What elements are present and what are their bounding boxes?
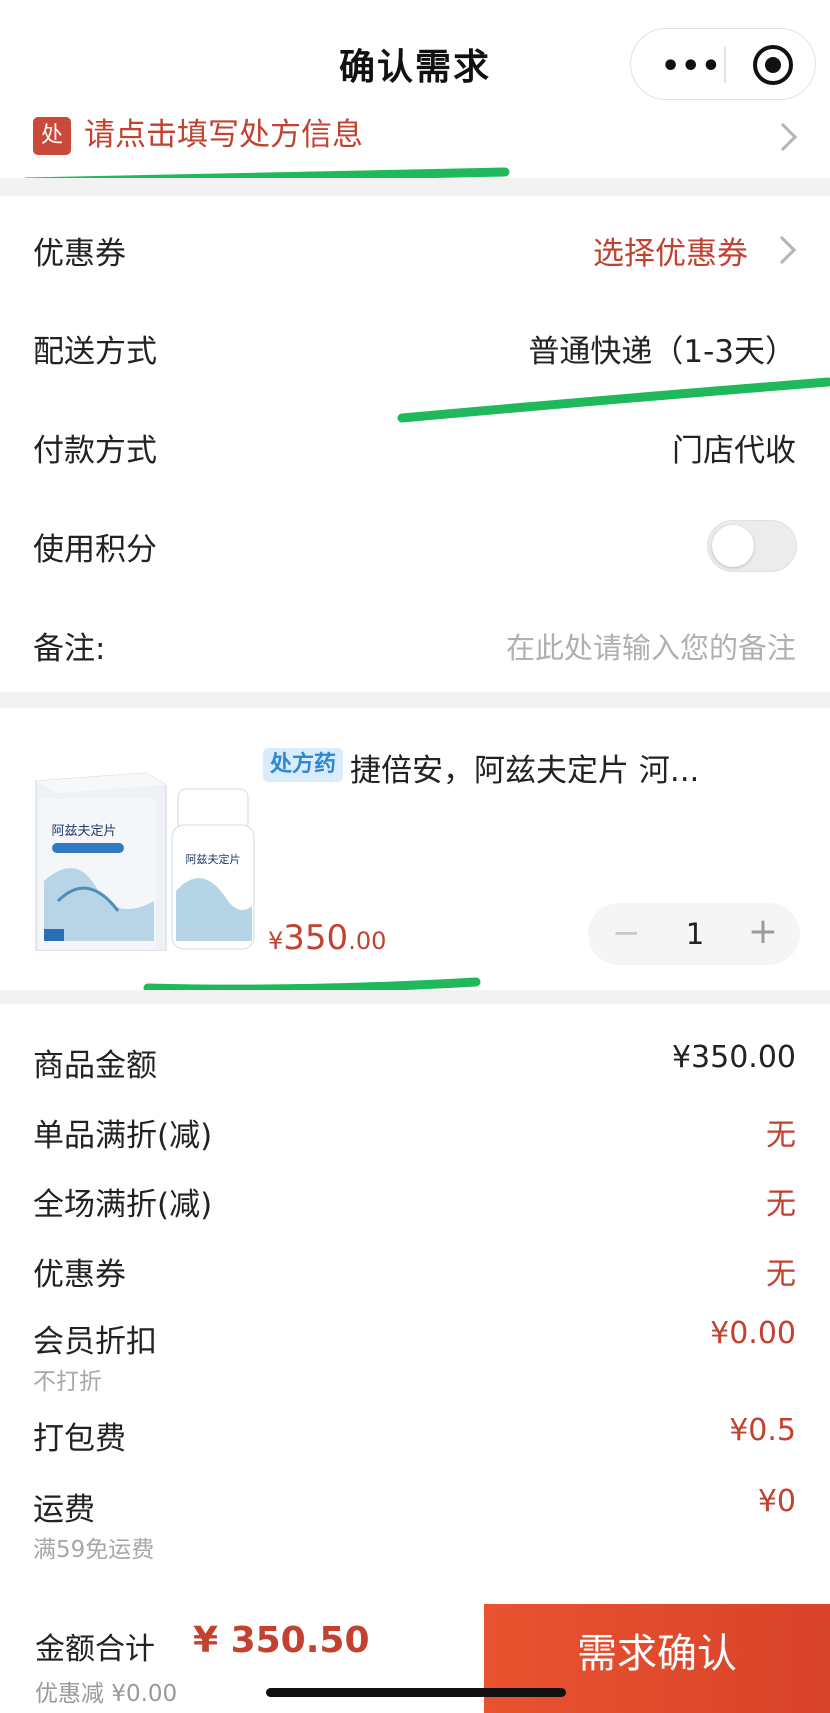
home-indicator [266,1688,566,1697]
summary-label: 运费 [33,1492,95,1528]
points-toggle[interactable] [707,520,797,572]
summary-value: 无 [766,1118,796,1153]
summary-value: 无 [766,1257,796,1292]
summary-value: ¥350.00 [671,1040,796,1075]
select-coupon-link[interactable]: 选择优惠券 [593,228,748,273]
summary-value: ¥0 [757,1484,796,1519]
box-title: 阿兹夫定片 [51,824,116,839]
summary-label: 商品金额 [33,1048,157,1084]
plus-icon[interactable]: + [748,911,778,952]
price-decimal: .00 [348,927,387,955]
price-currency: ¥ [268,927,284,955]
product-name[interactable]: 捷倍安，阿兹夫定片 河... [350,745,699,790]
prescription-drug-tag: 处方药 [263,748,343,782]
delivery-row[interactable]: 配送方式 普通快递（1-3天） [0,298,830,396]
summary-label: 打包费 [33,1421,126,1457]
quantity-value[interactable]: 1 [680,917,710,951]
summary-label: 会员折扣 [33,1324,157,1360]
note-input[interactable]: 在此处请输入您的备注 [506,625,796,667]
section-divider [0,990,830,1004]
delivery-label: 配送方式 [33,334,157,370]
payment-row[interactable]: 付款方式 门店代收 [0,397,830,495]
coupon-label: 优惠券 [33,236,126,272]
price-integer: 350 [283,918,349,958]
toggle-knob [712,525,754,567]
payment-label: 付款方式 [33,433,157,469]
chevron-right-icon [767,235,797,265]
summary-value: ¥0.5 [729,1413,796,1448]
summary-value: 无 [766,1187,796,1222]
minus-icon[interactable]: − [612,913,641,953]
summary-label: 优惠券 [33,1257,126,1293]
product-card[interactable]: 阿兹夫定片 阿兹夫定片 处方药 捷倍安，阿兹夫定片 河... ¥350.00 −… [0,703,830,990]
summary-sublabel: 满59免运费 [33,1537,155,1563]
bottle-title: 阿兹夫定片 [186,852,241,866]
points-label: 使用积分 [33,532,157,568]
coupon-row[interactable]: 优惠券 选择优惠券 [0,200,830,298]
discount-text: 优惠减 ¥0.00 [35,1681,178,1707]
note-label: 备注: [33,631,106,667]
quantity-stepper: − 1 + [588,903,800,965]
summary-sublabel: 不打折 [33,1369,102,1395]
product-price: ¥350.00 [268,918,386,958]
points-row: 使用积分 [0,496,830,594]
total-value: ¥ 350.50 [193,1620,370,1661]
total-label: 金额合计 [35,1632,155,1667]
delivery-value[interactable]: 普通快递（1-3天） [528,326,796,371]
section-divider [0,178,830,196]
product-image: 阿兹夫定片 阿兹夫定片 [35,772,255,951]
summary-label: 单品满折(减) [33,1118,213,1154]
summary-label: 全场满折(减) [33,1187,213,1223]
payment-value[interactable]: 门店代收 [672,425,796,470]
summary-value: ¥0.00 [710,1316,796,1351]
note-row[interactable]: 备注: 在此处请输入您的备注 [0,595,830,693]
